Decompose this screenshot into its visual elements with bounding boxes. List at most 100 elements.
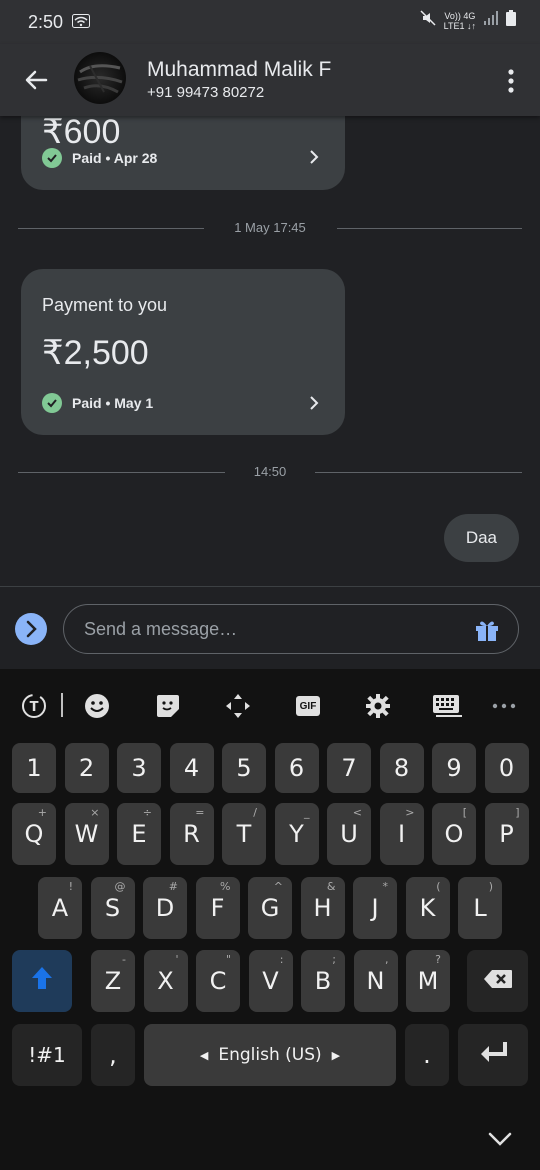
key-d[interactable]: D # — [143, 877, 187, 939]
settings-gear-icon[interactable] — [363, 691, 393, 721]
key-x[interactable]: X ' — [143, 950, 188, 1012]
key-r[interactable]: R = — [169, 803, 214, 865]
key-label: U — [340, 820, 358, 848]
keyboard: T GIF 1 2 3 4 5 6 7 8 9 0 Q + W × E ÷ R = T / Y _ U < I > O[P] A! S @… — [0, 669, 540, 1170]
key-m[interactable]: M? — [406, 950, 450, 1012]
key-hint: ! — [68, 880, 73, 893]
key-hint: = — [195, 806, 205, 819]
keyboard-layout-icon[interactable] — [432, 691, 462, 721]
more-horizontal-icon[interactable] — [489, 691, 519, 721]
key-hint: ( — [436, 880, 441, 893]
payment-title: Payment to you — [42, 295, 168, 315]
message-list[interactable]: ₹600 Paid • Apr 28 1 May 17:45 Payment t… — [0, 116, 540, 586]
comma-key[interactable]: , — [91, 1024, 135, 1086]
key-hint: ? — [435, 953, 441, 966]
key-label: 9 — [446, 754, 462, 782]
period-key[interactable]: . — [405, 1024, 449, 1086]
key-k[interactable]: K( — [405, 877, 450, 939]
key-label: Y — [289, 820, 304, 848]
key-label: S — [104, 894, 121, 922]
key-label: D — [155, 894, 175, 922]
more-options-icon[interactable] — [506, 68, 516, 94]
key-hint: ÷ — [142, 806, 152, 819]
key-z[interactable]: Z- — [91, 950, 135, 1012]
gift-icon[interactable] — [474, 617, 500, 643]
key-o[interactable]: O[ — [432, 803, 476, 865]
key-label: M — [417, 967, 439, 995]
key-label: F — [210, 894, 225, 922]
contact-name[interactable]: Muhammad Malik F — [147, 58, 331, 82]
key-5[interactable]: 5 — [222, 743, 266, 793]
key-0[interactable]: 0 — [484, 743, 529, 793]
key-b[interactable]: B; — [301, 950, 345, 1012]
expand-options-button[interactable] — [15, 613, 47, 645]
payment-status: Paid • May 1 — [42, 393, 153, 413]
key-label: K — [419, 894, 436, 922]
key-s[interactable]: S @ — [90, 877, 135, 939]
back-arrow-icon[interactable] — [20, 64, 52, 96]
payment-card-previous[interactable]: ₹600 Paid • Apr 28 — [21, 116, 345, 190]
key-2[interactable]: 2 — [64, 743, 109, 793]
key-hint: ] — [515, 806, 520, 819]
key-t[interactable]: T / — [222, 803, 266, 865]
key-1[interactable]: 1 — [12, 743, 56, 793]
key-label: 3 — [131, 754, 147, 782]
key-h[interactable]: H & — [300, 877, 345, 939]
payment-status-text: Paid • May 1 — [72, 395, 154, 411]
key-c[interactable]: C " — [196, 950, 240, 1012]
key-l[interactable]: L) — [458, 877, 502, 939]
key-g[interactable]: G ^ — [248, 877, 292, 939]
contact-phone: +91 99473 80272 — [147, 84, 265, 101]
key-hint: > — [405, 806, 415, 819]
emoji-icon[interactable] — [82, 691, 112, 721]
key-9[interactable]: 9 — [432, 743, 476, 793]
key-label: W — [74, 820, 99, 848]
compose-bar — [0, 586, 540, 669]
backspace-key[interactable] — [467, 950, 528, 1012]
space-language-label: English (US) — [218, 1045, 322, 1065]
key-label: C — [209, 967, 227, 995]
key-e[interactable]: E ÷ — [117, 803, 161, 865]
key-label: I — [397, 820, 406, 848]
sticker-icon[interactable] — [153, 691, 183, 721]
payment-status-text: Paid • Apr 28 — [72, 150, 158, 166]
cursor-move-icon[interactable] — [223, 691, 253, 721]
key-u[interactable]: U < — [327, 803, 371, 865]
key-hint: " — [225, 953, 231, 966]
key-q[interactable]: Q + — [12, 803, 56, 865]
payment-status: Paid • Apr 28 — [42, 148, 157, 168]
key-j[interactable]: J * — [353, 877, 397, 939]
key-i[interactable]: I > — [379, 803, 424, 865]
key-f[interactable]: F% — [195, 877, 240, 939]
chevron-right-icon[interactable] — [307, 396, 321, 410]
chevron-right-icon[interactable] — [307, 150, 321, 164]
key-label: 0 — [498, 754, 515, 782]
gif-icon[interactable]: GIF — [293, 691, 323, 721]
outgoing-message-bubble[interactable]: Daa — [443, 514, 519, 562]
key-n[interactable]: N, — [353, 950, 398, 1012]
key-p[interactable]: P] — [484, 803, 529, 865]
key-3[interactable]: 3 — [117, 743, 161, 793]
key-4[interactable]: 4 — [169, 743, 214, 793]
contact-avatar[interactable] — [74, 52, 126, 104]
key-v[interactable]: V: — [248, 950, 293, 1012]
network-label: Vo)) 4G LTE1 ↓↑ — [444, 11, 476, 31]
space-bar[interactable]: ◀ English (US) ▶ — [144, 1024, 396, 1086]
timestamp-divider: 14:50 — [18, 459, 522, 489]
key-6[interactable]: 6 — [274, 743, 319, 793]
key-7[interactable]: 7 — [327, 743, 371, 793]
translate-icon[interactable]: T — [19, 691, 49, 721]
shift-key[interactable] — [12, 950, 72, 1012]
key-y[interactable]: Y _ — [274, 803, 319, 865]
key-w[interactable]: W × — [64, 803, 109, 865]
hide-keyboard-icon[interactable] — [486, 1125, 514, 1153]
symbols-key[interactable]: !#1 — [12, 1024, 82, 1086]
enter-key[interactable] — [458, 1024, 528, 1086]
key-label: H — [313, 894, 332, 922]
payment-card[interactable]: Payment to you ₹2,500 Paid • May 1 — [21, 269, 345, 435]
key-8[interactable]: 8 — [379, 743, 424, 793]
key-hint: / — [253, 806, 257, 819]
key-a[interactable]: A! — [38, 877, 82, 939]
message-input[interactable] — [63, 604, 519, 654]
key-label: N — [366, 967, 385, 995]
